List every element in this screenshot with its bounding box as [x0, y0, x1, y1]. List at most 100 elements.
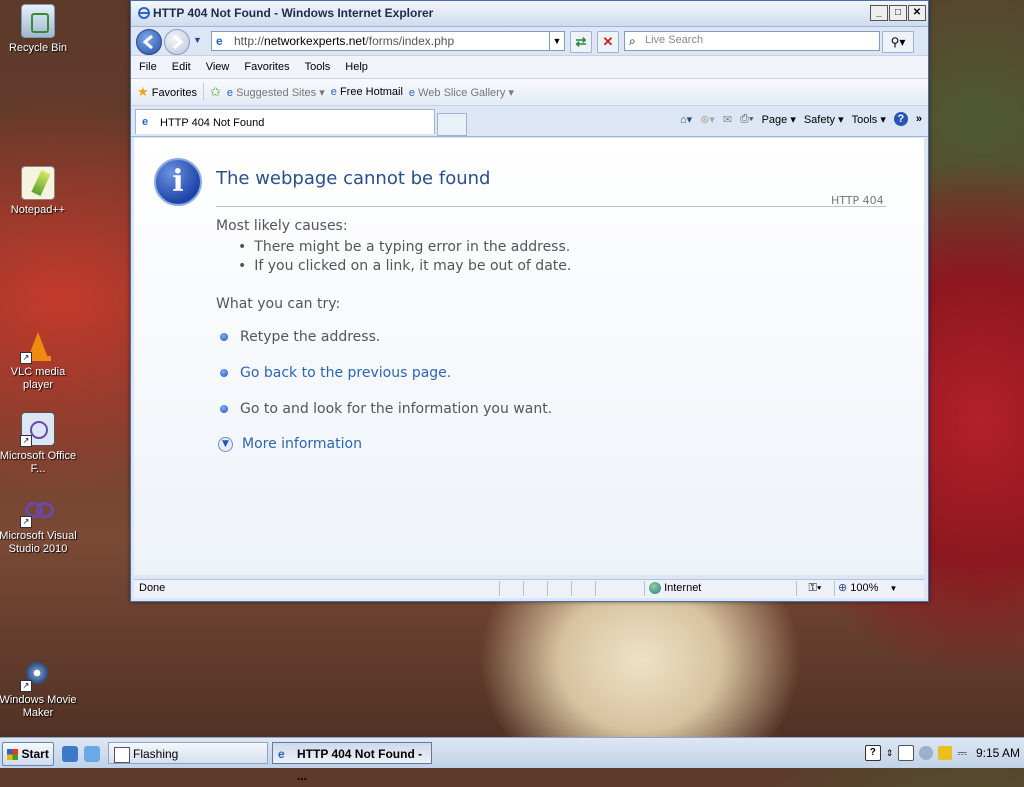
page-title: The webpage cannot be found: [216, 168, 491, 189]
movie-maker-icon: ↗: [20, 658, 54, 692]
close-button[interactable]: ✕: [908, 5, 926, 21]
new-tab-button[interactable]: [437, 113, 467, 136]
chevron-down-icon: ▼: [889, 584, 898, 593]
search-icon: ⚲▾: [890, 35, 906, 49]
try-item-text: Go to and look for the information you w…: [240, 401, 553, 417]
window-title: HTTP 404 Not Found - Windows Internet Ex…: [153, 6, 434, 20]
help-icon[interactable]: ?: [893, 112, 908, 126]
separator: [202, 83, 204, 101]
shield-icon[interactable]: [938, 746, 953, 760]
ie-window: HTTP 404 Not Found - Windows Internet Ex…: [130, 0, 929, 602]
try-item-go-to: Go to and look for the information you w…: [220, 401, 552, 417]
title-bar[interactable]: HTTP 404 Not Found - Windows Internet Ex…: [131, 1, 928, 27]
suggested-sites-button[interactable]: e Suggested Sites ▾: [227, 86, 325, 99]
security-zone[interactable]: Internet: [644, 581, 799, 596]
office-icon: ↗: [20, 412, 55, 447]
chevron-expand-icon[interactable]: ⇕: [886, 748, 894, 759]
stop-button[interactable]: ✕: [597, 31, 619, 53]
divider: [216, 206, 886, 207]
menu-edit[interactable]: Edit: [172, 61, 191, 73]
ie-page-icon: e: [226, 86, 233, 99]
desktop-icon-recycle-bin[interactable]: Recycle Bin: [0, 4, 78, 55]
search-field[interactable]: ⌕ Live Search: [624, 31, 880, 51]
visual-studio-icon: ↗: [20, 494, 54, 528]
desktop-icon-notepadpp[interactable]: Notepad++: [0, 166, 78, 217]
network-icon[interactable]: [919, 746, 934, 760]
notepadpp-icon: [21, 166, 55, 200]
help-icon[interactable]: ?: [864, 745, 881, 761]
menu-tools[interactable]: Tools: [305, 61, 331, 73]
mail-icon[interactable]: ✉: [723, 113, 732, 126]
desktop-icon-visual-studio[interactable]: ↗ Microsoft Visual Studio 2010: [0, 494, 78, 556]
desktop-icon-movie-maker[interactable]: ↗ Windows Movie Maker: [0, 658, 78, 720]
desktop-icon-label: Microsoft Visual Studio 2010: [0, 530, 77, 555]
status-bar: Done Internet ⚿▾ ⊕ 100% ▼: [134, 579, 924, 598]
refresh-button[interactable]: ⇄: [570, 31, 592, 53]
address-field[interactable]: e http://networkexperts.net/forms/index.…: [211, 31, 565, 51]
plug-icon[interactable]: ⎓: [957, 746, 967, 761]
shortcut-arrow-icon: ↗: [20, 352, 32, 364]
bullet-icon: [220, 405, 228, 413]
status-pane: [547, 581, 572, 596]
more-information-toggle[interactable]: ▼ More information: [218, 436, 362, 452]
add-to-favorites-bar-icon[interactable]: ✩: [210, 84, 221, 100]
minimize-button[interactable]: _: [870, 5, 888, 21]
url-host: networkexperts.net: [264, 34, 366, 48]
chevron-more-icon[interactable]: »: [916, 113, 922, 125]
windows-logo-icon: [7, 749, 19, 761]
favorites-button[interactable]: ★ Favorites: [137, 84, 197, 100]
tab-active[interactable]: e HTTP 404 Not Found: [135, 109, 435, 134]
tools-menu[interactable]: Tools ▾: [852, 113, 886, 126]
task-button-ie[interactable]: e HTTP 404 Not Found - ...: [272, 742, 432, 783]
go-back-link[interactable]: Go back to the previous page.: [240, 365, 451, 381]
causes-list: There might be a typing error in the add…: [238, 238, 571, 276]
globe-icon: [649, 582, 661, 595]
search-button[interactable]: ⚲▾: [882, 31, 914, 53]
safety-menu-label: Safety: [803, 113, 836, 126]
tray-window-icon[interactable]: [898, 745, 915, 761]
feeds-icon[interactable]: ⊛▾: [700, 113, 715, 126]
desktop-icon-label: Windows Movie Maker: [0, 694, 77, 719]
menu-view[interactable]: View: [206, 61, 230, 73]
bullet-icon: [220, 369, 228, 377]
command-bar: ⌂▾ ⊛▾ ✉ ⎙▾ Page ▾ Safety ▾ Tools ▾ ? »: [680, 112, 922, 126]
protected-mode-button[interactable]: ⚿▾: [796, 581, 833, 596]
print-icon[interactable]: ⎙▾: [740, 113, 753, 126]
forward-button[interactable]: [164, 29, 190, 55]
desktop-icon-vlc[interactable]: ↗ VLC media player: [0, 330, 78, 392]
home-icon[interactable]: ⌂▾: [680, 113, 692, 126]
task-button-flashing[interactable]: Flashing: [108, 742, 268, 764]
url-path: /forms/index.php: [365, 34, 455, 48]
page-menu-label: Page: [761, 113, 788, 126]
shortcut-arrow-icon: ↗: [20, 435, 32, 447]
web-slice-gallery-button[interactable]: e Web Slice Gallery ▾: [409, 86, 514, 99]
ie-page-icon: e: [142, 116, 149, 128]
vlc-icon: ↗: [20, 330, 54, 364]
recent-pages-dropdown-icon[interactable]: ▼: [193, 35, 202, 45]
menu-favorites[interactable]: Favorites: [244, 61, 289, 73]
free-hotmail-link[interactable]: e Free Hotmail: [331, 86, 403, 98]
start-button[interactable]: Start: [2, 742, 54, 766]
recycle-bin-icon: [21, 4, 55, 38]
status-pane: [499, 581, 524, 596]
zoom-button[interactable]: ⊕ 100% ▼: [834, 581, 910, 596]
forward-arrow-icon: [173, 34, 184, 50]
more-information-label: More information: [242, 436, 362, 452]
status-pane: [595, 581, 620, 596]
menu-help[interactable]: Help: [345, 61, 368, 73]
back-button[interactable]: [136, 29, 162, 55]
desktop-icon-office[interactable]: ↗ Microsoft Office F...: [0, 412, 78, 476]
maximize-button[interactable]: □: [889, 5, 907, 21]
back-arrow-icon: [142, 34, 153, 50]
menu-file[interactable]: File: [139, 61, 157, 73]
try-heading: What you can try:: [216, 296, 341, 312]
star-icon: ★: [137, 84, 149, 99]
causes-heading: Most likely causes:: [216, 218, 348, 234]
zoom-level: 100%: [850, 582, 879, 594]
page-menu[interactable]: Page ▾: [762, 113, 796, 126]
safety-menu[interactable]: Safety ▾: [804, 113, 844, 126]
quicklaunch-ie-icon[interactable]: [62, 746, 78, 762]
quicklaunch-show-desktop-icon[interactable]: [84, 746, 100, 762]
address-dropdown-icon[interactable]: ▼: [549, 32, 564, 50]
clock[interactable]: 9:15 AM: [976, 746, 1020, 760]
